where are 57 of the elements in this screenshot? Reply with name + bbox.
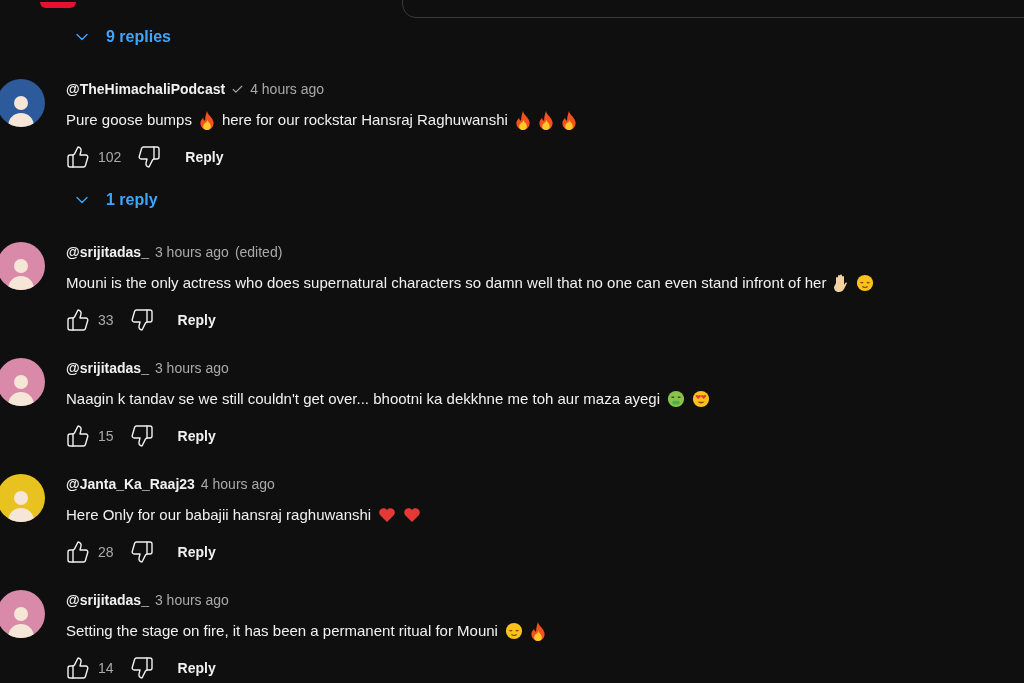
like-button[interactable] — [66, 308, 90, 332]
reply-button[interactable]: Reply — [177, 312, 216, 328]
comment-author[interactable]: @Janta_Ka_Raaj23 — [66, 476, 195, 492]
avatar[interactable] — [0, 242, 45, 290]
comment-time[interactable]: 3 hours ago — [154, 244, 229, 260]
edited-note: (edited) — [234, 244, 283, 260]
comment-author[interactable]: @srijitadas_ — [66, 244, 149, 260]
money-face-icon — [667, 390, 686, 408]
heart-icon — [403, 507, 422, 523]
like-button[interactable] — [66, 145, 90, 169]
reply-button[interactable]: Reply — [185, 149, 224, 165]
comment-text: Here Only for our babajii hansraj raghuwanshi — [66, 505, 372, 525]
relieved-face-icon — [856, 274, 875, 292]
comment-time[interactable]: 4 hours ago — [200, 476, 275, 492]
like-count: 14 — [98, 660, 114, 676]
comment-author[interactable]: @srijitadas_ — [66, 360, 149, 376]
avatar[interactable] — [0, 590, 45, 638]
like-count: 15 — [98, 428, 114, 444]
comment-time[interactable]: 3 hours ago — [154, 592, 229, 608]
raised-hand-icon — [833, 274, 850, 292]
dislike-button[interactable] — [137, 145, 162, 169]
reply-button[interactable]: Reply — [177, 544, 216, 560]
comment-author[interactable]: @srijitadas_ — [66, 592, 149, 608]
dislike-button[interactable] — [129, 308, 154, 332]
fire-icon — [560, 110, 577, 130]
avatar[interactable] — [0, 474, 45, 522]
comment-author[interactable]: @TheHimachaliPodcast — [66, 81, 226, 97]
fire-icon — [514, 110, 531, 130]
dislike-button[interactable] — [129, 656, 154, 680]
dislike-button[interactable] — [129, 540, 154, 564]
replies-toggle[interactable]: 9 replies — [66, 19, 177, 55]
comment-text: Pure goose bumps — [66, 110, 192, 130]
comment-text: here for our rockstar Hansraj Raghuwanshi — [221, 110, 508, 130]
like-count: 28 — [98, 544, 114, 560]
heart-icon — [378, 507, 397, 523]
like-count: 102 — [98, 149, 122, 165]
fire-icon — [537, 110, 554, 130]
relieved-face-icon — [504, 622, 523, 640]
comment-time[interactable]: 3 hours ago — [154, 360, 229, 376]
like-button[interactable] — [66, 656, 90, 680]
like-button[interactable] — [66, 540, 90, 564]
comment-text: Naagin k tandav se we still couldn't get over... bhootni ka dekkhne me toh aur maza ayegi — [66, 389, 661, 409]
replies-toggle[interactable]: 1 reply — [66, 182, 164, 218]
comment-time[interactable]: 4 hours ago — [250, 81, 325, 97]
avatar[interactable] — [0, 79, 45, 127]
cut-off-badge — [40, 2, 76, 8]
like-count: 33 — [98, 312, 114, 328]
avatar[interactable] — [0, 358, 45, 406]
comment-text: Setting the stage on fire, it has been a permanent ritual for Mouni — [66, 621, 498, 641]
comment-text: Mouni is the only actress who does supernatural characters so damn well that no one can even stand infront of her — [66, 273, 827, 293]
heart-eyes-face-icon — [692, 390, 711, 408]
like-button[interactable] — [66, 424, 90, 448]
reply-button[interactable]: Reply — [177, 428, 216, 444]
fire-icon — [529, 621, 546, 641]
reply-button[interactable]: Reply — [177, 660, 216, 676]
dislike-button[interactable] — [129, 424, 154, 448]
fire-icon — [198, 110, 215, 130]
